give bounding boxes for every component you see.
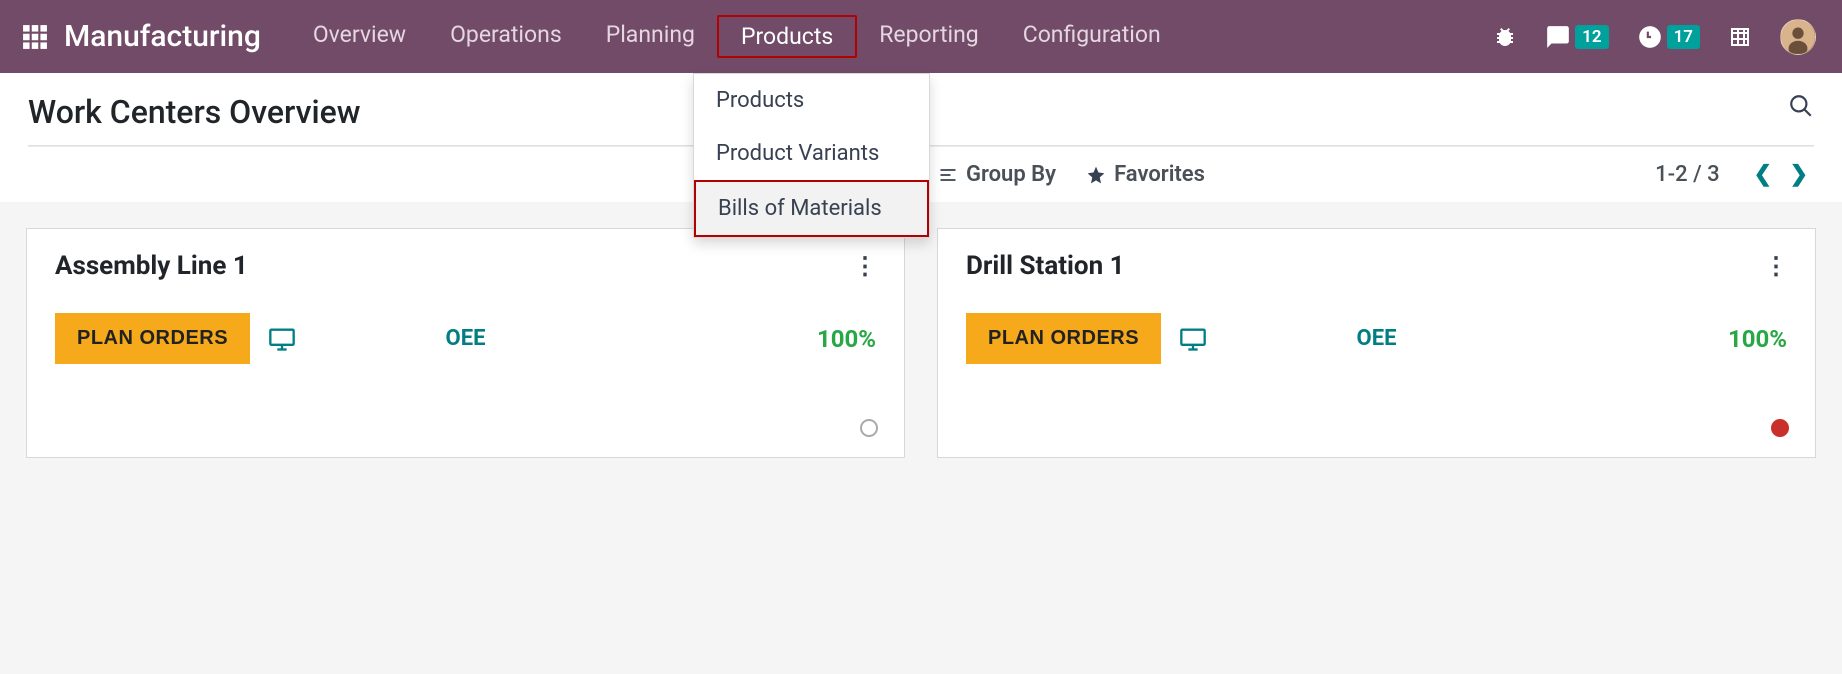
apps-icon[interactable] — [20, 24, 50, 50]
main-menu: Overview Operations Planning Products Re… — [291, 15, 1493, 58]
favorites-button[interactable]: Favorites — [1086, 162, 1205, 187]
pager-next-icon[interactable]: ❯ — [1784, 162, 1814, 187]
page-title: Work Centers Overview — [28, 93, 361, 131]
messages-badge: 12 — [1575, 25, 1608, 49]
activities-icon[interactable]: 17 — [1637, 24, 1700, 50]
menu-operations[interactable]: Operations — [428, 15, 584, 58]
debug-icon[interactable] — [1493, 25, 1517, 49]
menu-reporting[interactable]: Reporting — [857, 15, 1001, 58]
card-title: Drill Station 1 — [966, 251, 1125, 281]
menu-overview[interactable]: Overview — [291, 15, 428, 58]
groupby-label: Group By — [966, 162, 1056, 187]
oee-link[interactable]: OEE — [446, 326, 486, 351]
menu-products[interactable]: Products — [717, 15, 857, 58]
pager-text: 1-2 / 3 — [1655, 162, 1720, 187]
kanban-area: Assembly Line 1 ⋮ PLAN ORDERS OEE 100% D… — [0, 202, 1842, 484]
favorites-label: Favorites — [1114, 162, 1205, 187]
monitor-icon[interactable] — [1179, 325, 1207, 353]
menu-configuration[interactable]: Configuration — [1001, 15, 1183, 58]
dropdown-products[interactable]: Products — [694, 74, 929, 127]
top-navbar: Manufacturing Overview Operations Planni… — [0, 0, 1842, 73]
status-dot-icon[interactable] — [860, 419, 878, 437]
workcenter-card[interactable]: Drill Station 1 ⋮ PLAN ORDERS OEE 100% — [937, 228, 1816, 458]
dropdown-product-variants[interactable]: Product Variants — [694, 127, 929, 180]
groupby-button[interactable]: Group By — [938, 162, 1056, 187]
messages-icon[interactable]: 12 — [1545, 24, 1608, 50]
products-dropdown: Products Product Variants Bills of Mater… — [693, 73, 930, 238]
app-title[interactable]: Manufacturing — [64, 19, 261, 54]
company-icon[interactable] — [1728, 25, 1752, 49]
plan-orders-button[interactable]: PLAN ORDERS — [966, 313, 1161, 364]
pager-prev-icon[interactable]: ❮ — [1748, 162, 1778, 187]
oee-link[interactable]: OEE — [1357, 326, 1397, 351]
nav-icons: 12 17 — [1493, 19, 1822, 55]
status-dot-icon[interactable] — [1771, 419, 1789, 437]
oee-value: 100% — [817, 325, 876, 353]
activities-badge: 17 — [1667, 25, 1700, 49]
oee-value: 100% — [1728, 325, 1787, 353]
workcenter-card[interactable]: Assembly Line 1 ⋮ PLAN ORDERS OEE 100% — [26, 228, 905, 458]
menu-planning[interactable]: Planning — [584, 15, 717, 58]
card-title: Assembly Line 1 — [55, 251, 248, 281]
monitor-icon[interactable] — [268, 325, 296, 353]
dropdown-bom[interactable]: Bills of Materials — [694, 180, 929, 237]
kebab-icon[interactable]: ⋮ — [853, 252, 876, 280]
search-icon[interactable] — [1788, 93, 1814, 123]
kebab-icon[interactable]: ⋮ — [1764, 252, 1787, 280]
plan-orders-button[interactable]: PLAN ORDERS — [55, 313, 250, 364]
avatar[interactable] — [1780, 19, 1816, 55]
